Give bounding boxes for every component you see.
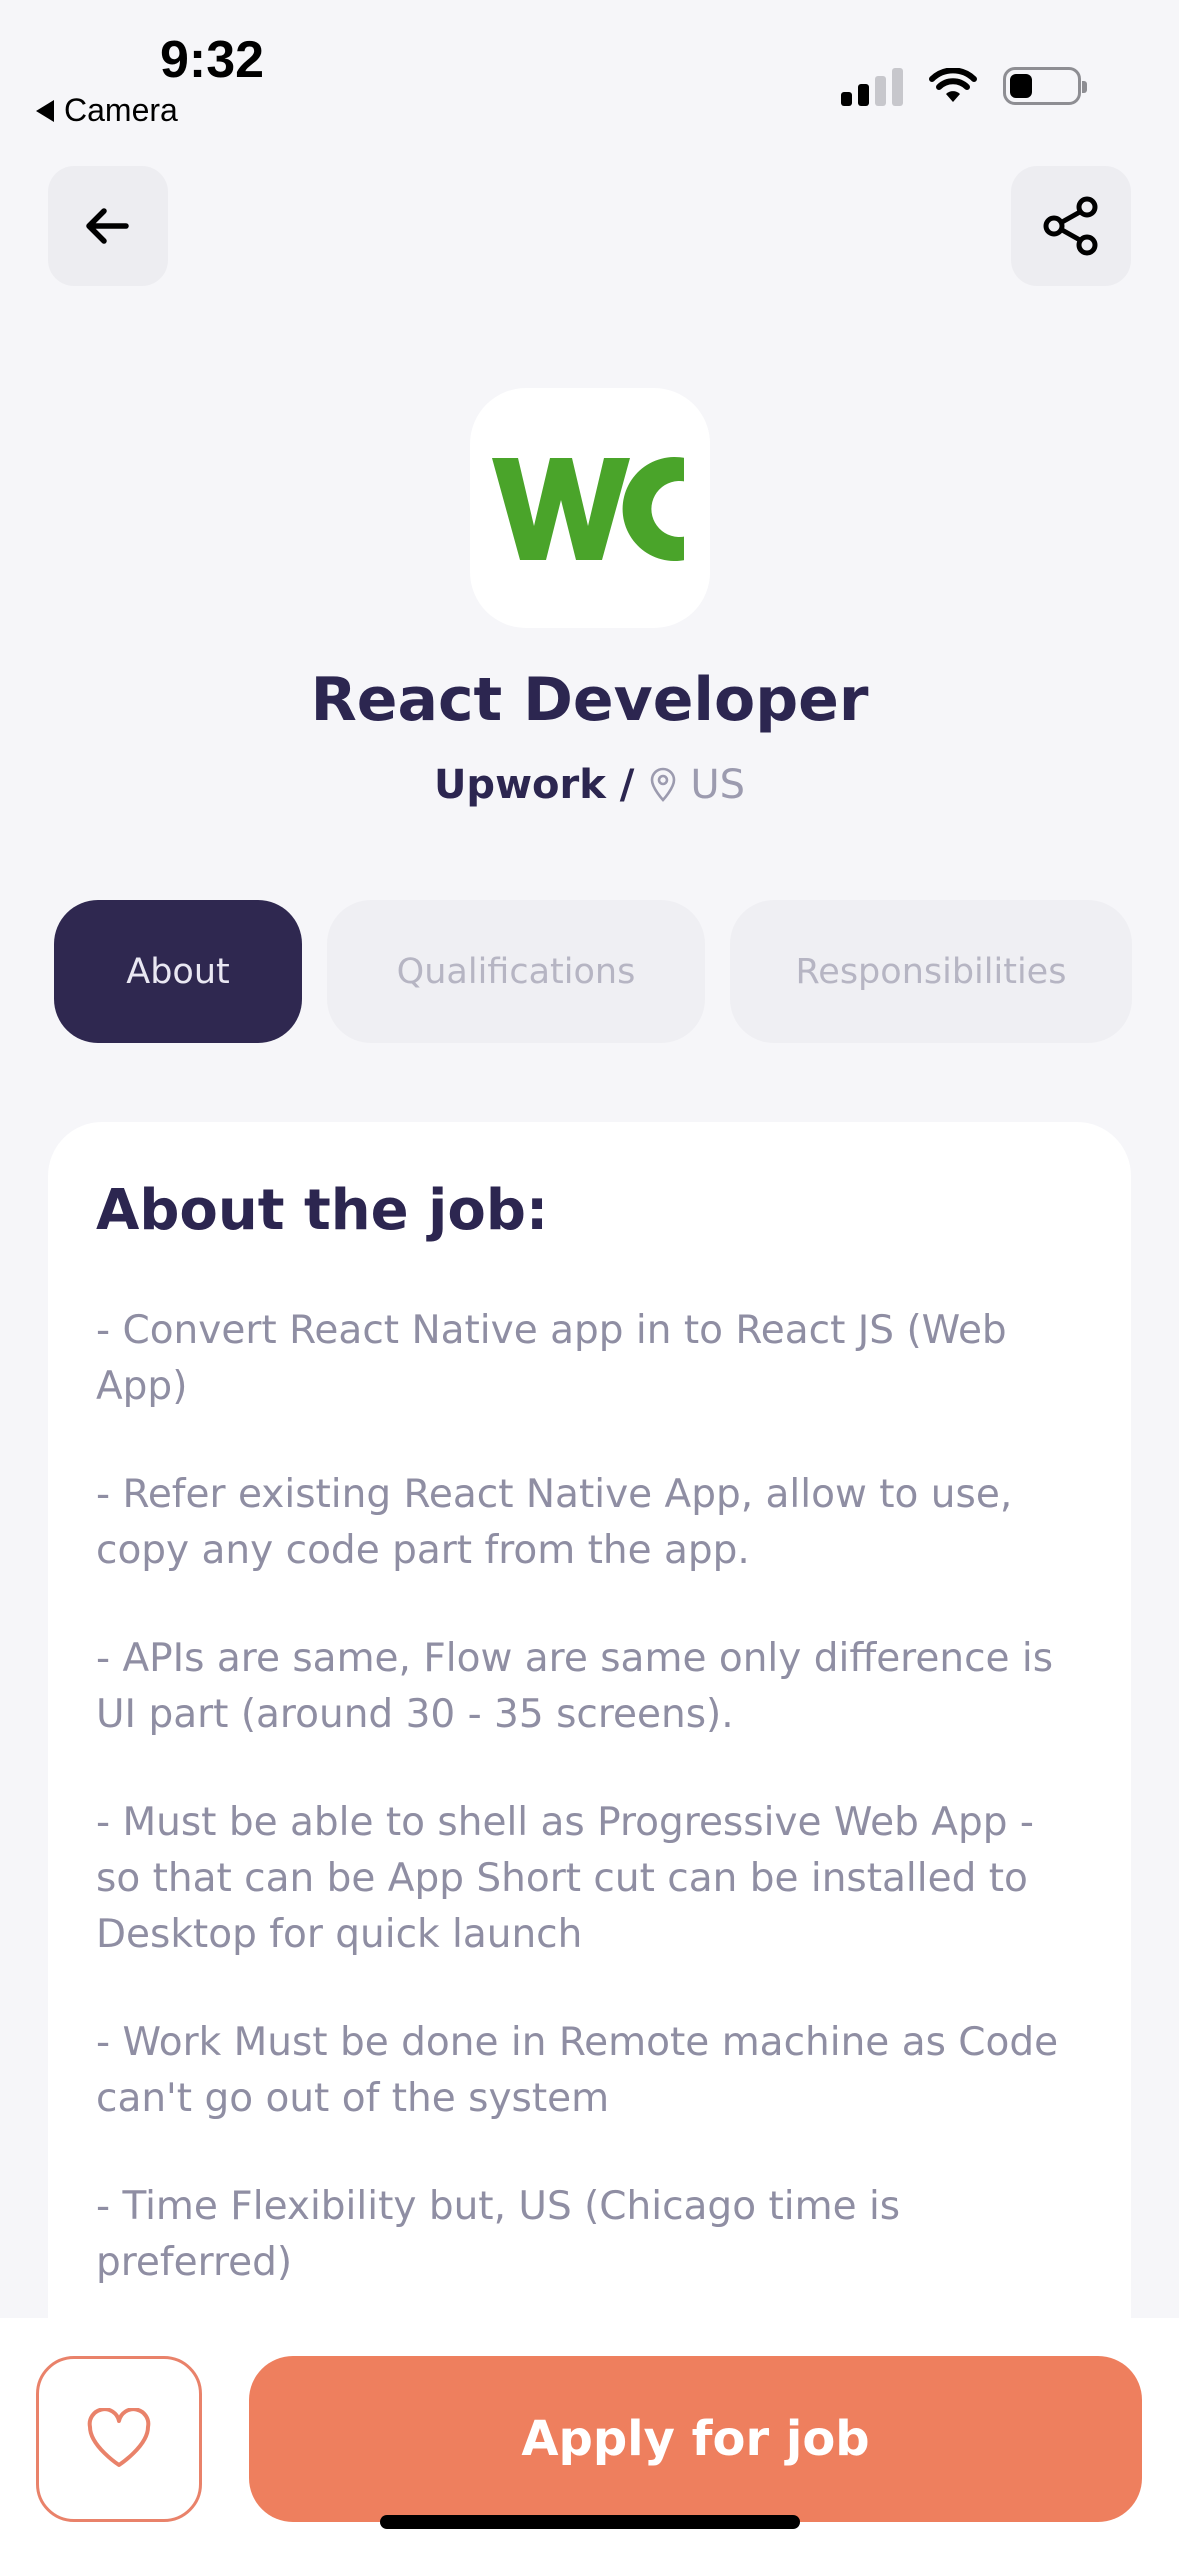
job-location-text: US — [690, 762, 746, 808]
favorite-button[interactable] — [36, 2356, 202, 2522]
job-meta: Upwork / US — [0, 762, 1179, 808]
tab-qualifications[interactable]: Qualifications — [327, 900, 705, 1043]
cellular-signal-icon — [841, 66, 903, 106]
about-paragraph: - APIs are same, Flow are same only diff… — [96, 1636, 1066, 1737]
back-button[interactable] — [48, 166, 168, 286]
about-paragraph: - Work Must be done in Remote machine as… — [96, 2020, 1071, 2121]
tab-responsibilities[interactable]: Responsibilities — [730, 900, 1132, 1043]
company-logo-mark — [492, 388, 710, 628]
about-paragraph: - Must be able to shell as Progressive W… — [96, 1800, 1047, 1957]
arrow-left-icon — [86, 208, 129, 244]
tab-about[interactable]: About — [54, 900, 302, 1043]
about-paragraph: - Refer existing React Native App, allow… — [96, 1472, 1025, 1573]
about-paragraph: - Time Flexibility but, US (Chicago time… — [96, 2184, 913, 2285]
share-button[interactable] — [1011, 166, 1131, 286]
home-indicator[interactable] — [380, 2515, 800, 2529]
return-app-label: Camera — [64, 92, 178, 128]
location-pin-icon — [651, 767, 676, 802]
company-name: Upwork / — [433, 762, 635, 808]
section-heading: About the job: — [96, 1178, 549, 1243]
wifi-icon — [929, 68, 977, 102]
status-icons — [841, 66, 1087, 106]
about-paragraph: - Convert React Native app in to React J… — [96, 1308, 1020, 1409]
return-to-camera-link[interactable]: Camera — [36, 92, 178, 129]
job-title: React Developer — [310, 665, 869, 735]
heart-icon — [87, 2408, 151, 2467]
back-triangle-icon — [36, 99, 54, 122]
apply-for-job-button[interactable]: Apply for job — [249, 2356, 1142, 2522]
share-icon — [1043, 196, 1098, 256]
status-time: 9:32 — [160, 31, 265, 89]
job-location: US — [648, 762, 745, 808]
company-logo — [470, 388, 710, 628]
battery-icon — [1003, 67, 1087, 105]
